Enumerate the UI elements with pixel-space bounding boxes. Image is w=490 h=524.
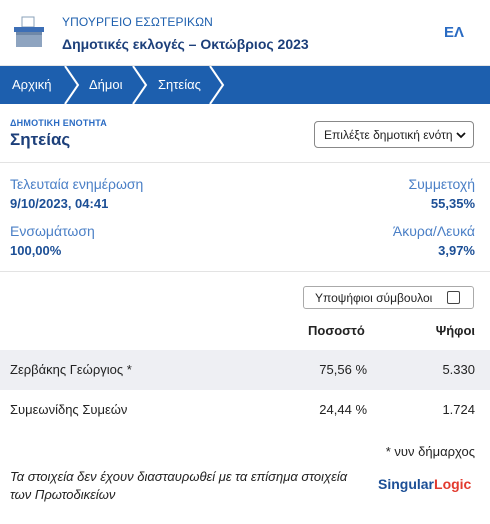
candidate-name: Ζερβάκης Γεώργιος * bbox=[10, 362, 132, 377]
candidate-votes: 1.724 bbox=[442, 402, 475, 417]
election-title: Δημοτικές εκλογές – Οκτώβριος 2023 bbox=[62, 36, 309, 52]
municipal-unit-select-value: Επιλέξτε δημοτική ενότητα bbox=[324, 128, 452, 142]
incumbent-footnote: * νυν δήμαρχος bbox=[385, 444, 475, 459]
turnout-label: Συμμετοχή bbox=[408, 176, 475, 192]
breadcrumb-municipalities[interactable]: Δήμοι bbox=[89, 77, 123, 92]
integration-label: Ενσωμάτωση bbox=[10, 223, 95, 239]
disclaimer-text: Τα στοιχεία δεν έχουν διασταυρωθεί με τα… bbox=[10, 469, 348, 502]
table-row: Συμεωνίδης Συμεών 24,44 % 1.724 bbox=[0, 390, 490, 430]
municipal-unit-select[interactable]: Επιλέξτε δημοτική ενότητα bbox=[314, 121, 474, 148]
chevron-down-icon bbox=[456, 132, 466, 139]
app-header: ΥΠΟΥΡΓΕΙΟ ΕΣΩΤΕΡΙΚΩΝ Δημοτικές εκλογές –… bbox=[0, 0, 490, 66]
divider bbox=[0, 162, 490, 163]
last-update-value: 9/10/2023, 04:41 bbox=[10, 196, 109, 211]
breadcrumb: Αρχική Δήμοι Σητείας bbox=[0, 66, 490, 104]
invalid-blank-label: Άκυρα/Λευκά bbox=[392, 223, 475, 239]
council-candidates-toggle[interactable]: Υποψήφιοι σύμβουλοι bbox=[303, 286, 474, 309]
divider bbox=[0, 271, 490, 272]
breadcrumb-current[interactable]: Σητείας bbox=[158, 77, 201, 92]
candidate-percent: 24,44 % bbox=[319, 402, 367, 417]
council-candidates-label: Υποψήφιοι σύμβουλοι bbox=[315, 291, 433, 305]
language-switch[interactable]: ΕΛ bbox=[444, 24, 464, 41]
ballot-box-icon bbox=[14, 16, 44, 47]
municipality-subtitle: ΔΗΜΟΤΙΚΗ ΕΝΟΤΗΤΑ bbox=[10, 118, 107, 128]
integration-value: 100,00% bbox=[10, 243, 62, 258]
candidate-votes: 5.330 bbox=[442, 362, 475, 377]
table-row: Ζερβάκης Γεώργιος * 75,56 % 5.330 bbox=[0, 350, 490, 390]
page-title: Σητείας bbox=[10, 130, 71, 149]
logo-text-part2: Logic bbox=[434, 476, 472, 492]
candidate-percent: 75,56 % bbox=[319, 362, 367, 377]
logo-text-part1: Singular bbox=[378, 476, 435, 492]
turnout-value: 55,35% bbox=[430, 196, 475, 211]
candidate-name: Συμεωνίδης Συμεών bbox=[10, 402, 128, 417]
singularlogic-logo[interactable]: SingularLogic bbox=[378, 476, 471, 492]
invalid-blank-value: 3,97% bbox=[438, 243, 475, 258]
council-candidates-checkbox[interactable] bbox=[447, 291, 460, 304]
last-update-label: Τελευταία ενημέρωση bbox=[10, 176, 144, 192]
ministry-name: ΥΠΟΥΡΓΕΙΟ ΕΣΩΤΕΡΙΚΩΝ bbox=[62, 15, 213, 29]
column-header-votes: Ψήφοι bbox=[435, 323, 475, 338]
breadcrumb-home[interactable]: Αρχική bbox=[12, 77, 52, 92]
column-header-percent: Ποσοστό bbox=[308, 323, 365, 338]
